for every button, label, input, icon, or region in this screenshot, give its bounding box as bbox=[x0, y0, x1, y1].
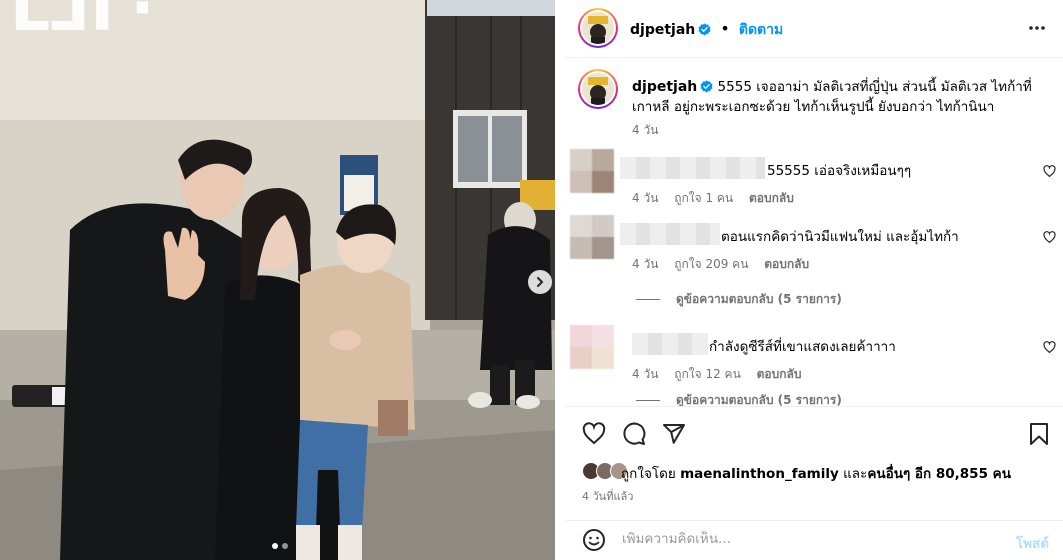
caption-avatar[interactable] bbox=[578, 69, 618, 109]
follow-button[interactable]: ติดตาม bbox=[739, 22, 783, 38]
comment-text: ตอนแรกคิดว่านิวมีแฟนใหม่ และอุ้มไทก้า bbox=[721, 229, 959, 245]
carousel-dot bbox=[272, 543, 278, 549]
bookmark-icon[interactable] bbox=[1028, 422, 1050, 446]
author-username[interactable]: djpetjah bbox=[630, 22, 695, 38]
more-icon[interactable] bbox=[1027, 18, 1047, 38]
comment-input[interactable] bbox=[622, 531, 982, 547]
comment-time: 4 วัน bbox=[632, 367, 659, 381]
reply-button[interactable]: ตอบกลับ bbox=[764, 257, 809, 271]
post-actions: ถูกใจโดย maenalinthon_family และคนอื่นๆ … bbox=[566, 406, 1063, 521]
verified-icon bbox=[698, 23, 711, 36]
commenter-name-redacted[interactable] bbox=[632, 333, 708, 355]
heart-icon[interactable] bbox=[1043, 341, 1056, 354]
caption-username[interactable]: djpetjah bbox=[632, 79, 697, 95]
replies-line bbox=[636, 299, 660, 300]
comment-likes[interactable]: ถูกใจ 12 คน bbox=[674, 367, 741, 381]
likes-and: และ bbox=[843, 466, 868, 482]
commenter-avatar[interactable] bbox=[570, 149, 614, 193]
caption-time: 4 วัน bbox=[632, 123, 659, 137]
caption-text: djpetjah 5555 เจออาม่า มัลติเวสที่ญี่ปุ่… bbox=[632, 77, 1032, 117]
verified-icon bbox=[700, 80, 713, 93]
comment-time: 4 วัน bbox=[632, 257, 659, 271]
commenter-avatar[interactable] bbox=[570, 215, 614, 259]
heart-icon[interactable] bbox=[1043, 165, 1056, 178]
comment-icon[interactable] bbox=[622, 422, 646, 446]
comment-likes[interactable]: ถูกใจ 1 คน bbox=[674, 191, 733, 205]
reply-button[interactable]: ตอบกลับ bbox=[749, 191, 794, 205]
post-comment-button[interactable]: โพสต์ bbox=[1016, 532, 1049, 554]
next-photo-button[interactable] bbox=[528, 270, 552, 294]
comment-meta: 4 วัน ถูกใจ 1 คน ตอบกลับ bbox=[632, 189, 806, 208]
view-replies-label: ดูข้อความตอบกลับ (5 รายการ) bbox=[676, 292, 842, 306]
post-photo[interactable]: ᒪᒧᒥ· bbox=[0, 0, 555, 560]
share-icon[interactable] bbox=[662, 422, 686, 446]
comment-meta: 4 วัน ถูกใจ 209 คน ตอบกลับ bbox=[632, 255, 821, 274]
liker-username[interactable]: maenalinthon_family bbox=[680, 466, 839, 482]
commenter-name-redacted[interactable] bbox=[620, 223, 720, 245]
view-replies-button[interactable]: ดูข้อความตอบกลับ (5 รายการ) bbox=[636, 290, 842, 309]
post-header: djpetjah • ติดตาม bbox=[566, 0, 1063, 58]
comment-text: 55555 เอ่อจริงเหมือนๆๆ bbox=[767, 163, 912, 179]
add-comment-bar: โพสต์ bbox=[566, 520, 1063, 560]
commenter-avatar[interactable] bbox=[570, 325, 614, 369]
comment-text: กำลังดูซีรีส์ที่เขาแสดงเลยค้าาาา bbox=[709, 339, 896, 355]
svg-text:ᒪᒧᒥ·: ᒪᒧᒥ· bbox=[10, 0, 155, 46]
separator-dot: • bbox=[720, 19, 730, 38]
comment-meta: 4 วัน ถูกใจ 12 คน ตอบกลับ bbox=[632, 365, 813, 384]
reply-button[interactable]: ตอบกลับ bbox=[757, 367, 802, 381]
replies-line bbox=[636, 400, 660, 401]
carousel-dot bbox=[282, 543, 288, 549]
commenter-name-redacted[interactable] bbox=[620, 157, 765, 179]
heart-icon[interactable] bbox=[1043, 231, 1056, 244]
avatar-image bbox=[582, 12, 614, 44]
chevron-right-icon bbox=[537, 277, 544, 287]
view-replies-button[interactable]: ดูข้อความตอบกลับ (5 รายการ) bbox=[636, 391, 842, 406]
post-side-panel: djpetjah • ติดตาม djpetjah 5555 เจออาม่า… bbox=[566, 0, 1063, 560]
comment-time: 4 วัน bbox=[632, 191, 659, 205]
author-avatar[interactable] bbox=[578, 8, 618, 48]
post-time-ago[interactable]: 4 วันที่แล้ว bbox=[582, 487, 633, 505]
view-replies-label: ดูข้อความตอบกลับ (5 รายการ) bbox=[676, 393, 842, 406]
post-image: ᒪᒧᒥ· bbox=[0, 0, 555, 560]
likes-summary: ถูกใจโดย maenalinthon_family และคนอื่นๆ … bbox=[621, 462, 1011, 484]
heart-icon[interactable] bbox=[582, 422, 606, 446]
avatar-image bbox=[582, 73, 614, 105]
likes-others[interactable]: คนอื่นๆ อีก 80,855 คน bbox=[867, 466, 1011, 482]
comments-list[interactable]: djpetjah 5555 เจออาม่า มัลติเวสที่ญี่ปุ่… bbox=[566, 59, 1063, 406]
carousel-dots bbox=[272, 543, 288, 549]
comment-likes[interactable]: ถูกใจ 209 คน bbox=[674, 257, 748, 271]
likes-prefix: ถูกใจโดย bbox=[621, 466, 676, 482]
emoji-icon[interactable] bbox=[582, 528, 606, 552]
